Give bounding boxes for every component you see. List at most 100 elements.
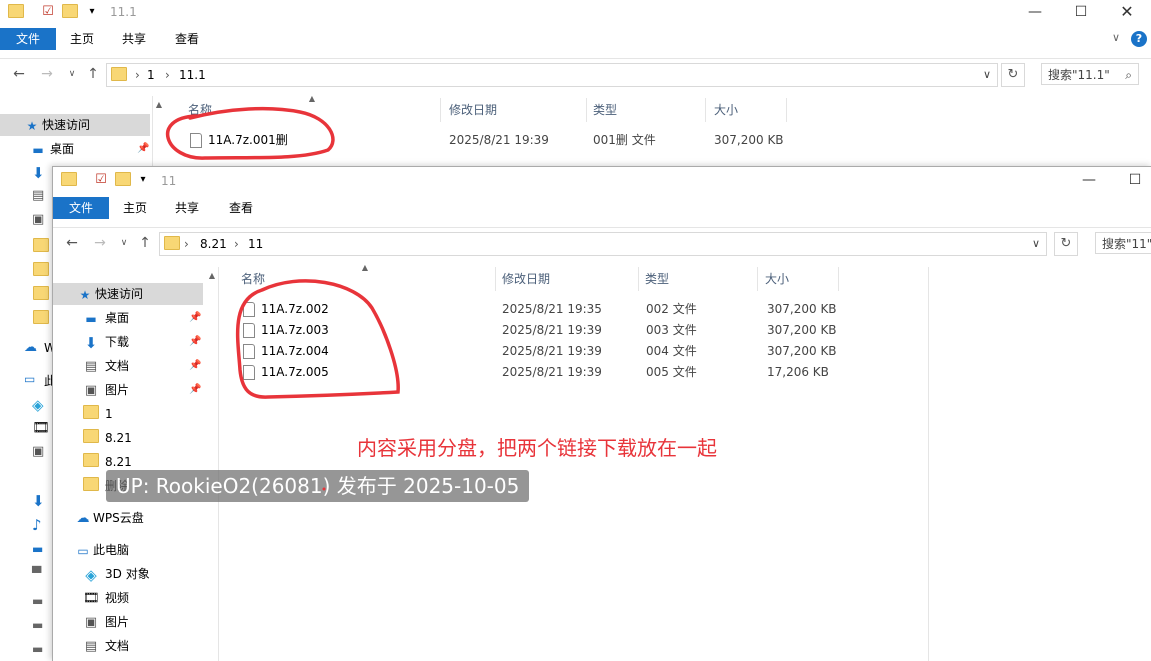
- minimize-button[interactable]: —: [1066, 168, 1112, 194]
- file-row[interactable]: 11A.7z.005 2025/8/21 19:39 005 文件 17,206 KB: [243, 362, 883, 383]
- refresh-icon[interactable]: ↻: [1001, 63, 1025, 87]
- help-icon[interactable]: ?: [1131, 31, 1147, 47]
- up-arrow-icon[interactable]: ↑: [84, 65, 102, 83]
- breadcrumb-item[interactable]: 11: [248, 235, 263, 253]
- sidebar-item-desktop[interactable]: ▬ 桌面: [83, 307, 129, 329]
- pin-icon[interactable]: 📌: [137, 143, 149, 154]
- search-input[interactable]: 搜索"11": [1095, 232, 1151, 254]
- chevron-down-icon[interactable]: ∨: [1032, 235, 1040, 253]
- watermark: UP: RookieO2(26081) 发布于 2025-10-05: [106, 470, 530, 502]
- sidebar-item-documents[interactable]: ▤ 文档: [83, 355, 129, 377]
- music-icon: ♪: [32, 516, 42, 534]
- file-icon: [243, 365, 255, 380]
- column-separator[interactable]: [440, 98, 441, 122]
- chevron-down-icon[interactable]: ∨: [983, 66, 991, 84]
- column-separator[interactable]: [638, 267, 639, 291]
- column-header-size[interactable]: 大小: [765, 267, 789, 291]
- address-bar[interactable]: › 1 › 11.1 ∨: [106, 63, 998, 87]
- column-header-date[interactable]: 修改日期: [449, 98, 497, 122]
- column-header-date[interactable]: 修改日期: [502, 267, 550, 291]
- column-separator[interactable]: [838, 267, 839, 291]
- properties-icon[interactable]: ☑: [40, 4, 56, 20]
- sidebar-item-downloads[interactable]: ⬇ 下载: [83, 331, 129, 353]
- column-separator[interactable]: [786, 98, 787, 122]
- forward-arrow-icon[interactable]: →: [38, 65, 56, 83]
- sidebar-item-documents[interactable]: ▤ 文档: [83, 635, 129, 657]
- file-name: 11A.7z.004: [261, 344, 329, 358]
- breadcrumb-item[interactable]: 11.1: [179, 66, 206, 84]
- cloud-icon: ☁: [24, 340, 37, 355]
- folder-icon: [83, 476, 99, 498]
- tab-home[interactable]: 主页: [113, 197, 157, 219]
- back-arrow-icon[interactable]: ←: [10, 65, 28, 83]
- scroll-up-icon[interactable]: ▲: [207, 271, 217, 281]
- sidebar-item-label: 桌面: [50, 142, 75, 156]
- properties-icon[interactable]: ☑: [93, 172, 109, 188]
- file-type: 005 文件: [646, 365, 697, 379]
- pin-icon[interactable]: 📌: [189, 312, 201, 323]
- breadcrumb-item[interactable]: 8.21: [200, 235, 227, 253]
- column-separator[interactable]: [495, 267, 496, 291]
- customize-toolbar-icon[interactable]: ▾: [135, 172, 151, 188]
- file-row[interactable]: 11A.7z.001删 2025/8/21 19:39 001删 文件 307,…: [190, 130, 830, 151]
- desktop-icon: ▬: [32, 542, 44, 556]
- search-input[interactable]: 搜索"11.1" ⌕: [1041, 63, 1139, 85]
- column-header-name[interactable]: 名称: [188, 98, 212, 122]
- tab-share[interactable]: 共享: [112, 28, 156, 50]
- pin-icon[interactable]: 📌: [189, 360, 201, 371]
- tab-file[interactable]: 文件: [0, 28, 56, 50]
- title-bar: ☑ ▾ 11.1 — ☐ ✕: [0, 0, 1151, 26]
- file-row[interactable]: 11A.7z.004 2025/8/21 19:39 004 文件 307,200 K…: [243, 341, 883, 362]
- maximize-button[interactable]: ☐: [1058, 0, 1104, 26]
- content-divider: [928, 267, 929, 661]
- column-header-name[interactable]: 名称: [241, 267, 265, 291]
- sidebar-item-quick-access[interactable]: ★ 快速访问: [0, 114, 150, 136]
- pin-icon[interactable]: 📌: [189, 336, 201, 347]
- tab-share[interactable]: 共享: [165, 197, 209, 219]
- column-separator[interactable]: [705, 98, 706, 122]
- sidebar-item-this-pc[interactable]: ▭ 此电脑: [75, 539, 129, 561]
- sidebar-item-quick-access[interactable]: ★ 快速访问: [53, 283, 203, 305]
- column-header-type[interactable]: 类型: [645, 267, 669, 291]
- file-name: 11A.7z.005: [261, 365, 329, 379]
- customize-toolbar-icon[interactable]: ▾: [84, 4, 100, 20]
- sidebar-item-desktop[interactable]: ▬ 桌面: [30, 138, 74, 160]
- file-type: 001删 文件: [593, 133, 656, 147]
- column-header-size[interactable]: 大小: [714, 98, 738, 122]
- new-folder-icon[interactable]: [62, 4, 78, 20]
- expand-ribbon-icon[interactable]: ∨: [1112, 31, 1120, 44]
- up-arrow-icon[interactable]: ↑: [136, 234, 154, 252]
- address-bar[interactable]: › 8.21 › 11 ∨: [159, 232, 1047, 256]
- forward-arrow-icon[interactable]: →: [91, 234, 109, 252]
- sidebar-item-pictures[interactable]: ▣ 图片: [83, 611, 129, 633]
- tab-home[interactable]: 主页: [60, 28, 104, 50]
- pin-icon[interactable]: 📌: [189, 384, 201, 395]
- sidebar-item-folder-1[interactable]: 1: [83, 403, 113, 425]
- column-header-type[interactable]: 类型: [593, 98, 617, 122]
- tab-view[interactable]: 查看: [165, 28, 209, 50]
- sidebar-item-videos[interactable]: 🎞 视频: [83, 587, 129, 609]
- breadcrumb-item[interactable]: 1: [147, 66, 155, 84]
- close-button[interactable]: ✕: [1104, 0, 1150, 26]
- sidebar-item-pictures[interactable]: ▣ 图片: [83, 379, 129, 401]
- column-separator[interactable]: [586, 98, 587, 122]
- sidebar-item-3d-objects[interactable]: ◈ 3D 对象: [83, 563, 149, 585]
- recent-locations-icon[interactable]: ∨: [63, 65, 81, 83]
- column-separator[interactable]: [757, 267, 758, 291]
- file-row[interactable]: 11A.7z.002 2025/8/21 19:35 002 文件 307,200 K…: [243, 299, 883, 320]
- sidebar-item-folder-8-21[interactable]: 8.21: [83, 427, 132, 449]
- tab-view[interactable]: 查看: [219, 197, 263, 219]
- new-folder-icon[interactable]: [115, 172, 131, 188]
- sidebar-item-wps-cloud[interactable]: ☁ WPS云盘: [75, 507, 144, 529]
- recent-locations-icon[interactable]: ∨: [115, 234, 133, 252]
- sidebar-item-label: 8.21: [105, 455, 132, 469]
- star-icon: ★: [79, 287, 91, 302]
- file-name: 11A.7z.002: [261, 302, 329, 316]
- file-row[interactable]: 11A.7z.003 2025/8/21 19:39 003 文件 307,200 K…: [243, 320, 883, 341]
- refresh-icon[interactable]: ↻: [1054, 232, 1078, 256]
- maximize-button[interactable]: ☐: [1112, 168, 1151, 194]
- minimize-button[interactable]: —: [1012, 0, 1058, 26]
- scroll-up-icon[interactable]: ▲: [154, 100, 164, 110]
- tab-file[interactable]: 文件: [53, 197, 109, 219]
- back-arrow-icon[interactable]: ←: [63, 234, 81, 252]
